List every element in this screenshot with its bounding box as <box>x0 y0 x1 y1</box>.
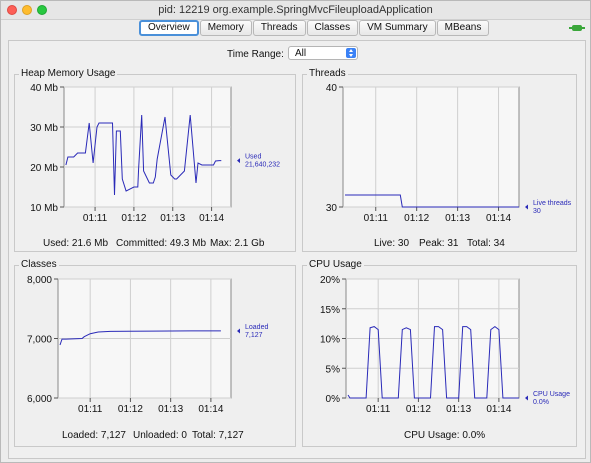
y-tick-label: 10 Mb <box>30 203 58 214</box>
y-tick-label: 10% <box>320 335 340 346</box>
series-value-label: 7,127 <box>245 332 263 339</box>
cpu-panel-title: CPU Usage <box>307 259 364 270</box>
current-value-marker <box>525 204 528 210</box>
x-tick-label: 01:12 <box>404 213 429 224</box>
series-name-label: Used <box>245 154 261 161</box>
threads-chart: 403001:11 01:12 01:13 01:14Live threads30 <box>326 83 572 224</box>
x-tick-label: 01:14 <box>486 213 511 224</box>
y-tick-label: 0% <box>326 394 341 405</box>
x-tick-label: 01:13 <box>158 404 183 415</box>
title-bar: pid: 12219 org.example.SpringMvcFileuplo… <box>1 1 590 20</box>
x-tick-label: 01:11 <box>364 213 389 224</box>
x-tick-label: 01:13 <box>160 213 185 224</box>
series-name-label: Loaded <box>245 324 268 331</box>
threads-peak-stat: Peak: 31 <box>419 238 459 249</box>
y-tick-label: 8,000 <box>27 275 52 286</box>
plot-area <box>342 86 520 208</box>
x-tick-label: 01:11 <box>366 404 391 415</box>
y-tick-label: 30 Mb <box>30 123 58 134</box>
tab-threads[interactable]: Threads <box>252 20 306 36</box>
tab-bar: Overview Memory Threads Classes VM Summa… <box>139 20 490 36</box>
x-tick-label: 01:14 <box>486 404 511 415</box>
x-tick-label: 01:13 <box>445 213 470 224</box>
cpu-chart: 20% 15% 10% 5% 0% 01:11 01:12 01:13 01:14 CPU Usa… <box>320 275 570 415</box>
x-tick-label: 01:12 <box>406 404 431 415</box>
time-range-label: Time Range: <box>227 49 284 60</box>
current-value-marker <box>237 158 240 164</box>
x-tick-label: 01:14 <box>199 213 224 224</box>
heap-panel-title: Heap Memory Usage <box>19 68 118 79</box>
window-title: pid: 12219 org.example.SpringMvcFileuplo… <box>158 4 433 16</box>
y-tick-label: 40 Mb <box>30 83 58 94</box>
current-value-marker <box>525 395 528 401</box>
y-tick-label: 5% <box>326 364 341 375</box>
classes-chart: 8,000 7,000 6,000 01:11 01:12 01:13 01:14 Loade… <box>27 275 268 415</box>
connection-plug-icon <box>569 25 585 31</box>
heap-committed-stat: Committed: 49.3 Mb <box>116 238 207 249</box>
threads-live-stat: Live: 30 <box>374 238 410 249</box>
y-tick-label: 30 <box>326 203 338 214</box>
series-name-label: CPU Usage <box>533 391 570 398</box>
x-tick-label: 01:14 <box>198 404 223 415</box>
current-value-marker <box>237 328 240 334</box>
time-range-value: All <box>295 48 307 59</box>
classes-unloaded-stat: Unloaded: 0 <box>133 430 187 441</box>
tab-classes[interactable]: Classes <box>306 20 359 36</box>
tab-mbeans[interactable]: MBeans <box>436 20 490 36</box>
tab-vm-summary[interactable]: VM Summary <box>359 20 436 36</box>
series-value-label: 0.0% <box>533 399 549 406</box>
x-tick-label: 01:11 <box>78 404 103 415</box>
time-range-select[interactable]: All <box>288 46 358 60</box>
heap-used-stat: Used: 21.6 Mb <box>43 238 109 249</box>
x-tick-label: 01:12 <box>121 213 146 224</box>
chevron-updown-icon <box>346 48 356 58</box>
series-value-label: 30 <box>533 208 541 215</box>
plot-area <box>63 86 232 208</box>
classes-panel-title: Classes <box>19 259 59 270</box>
series-name-label: Live threads <box>533 200 572 207</box>
threads-panel-title: Threads <box>307 68 348 79</box>
y-tick-label: 40 <box>326 83 338 94</box>
cpu-usage-stat: CPU Usage: 0.0% <box>404 430 486 441</box>
x-tick-label: 01:11 <box>83 213 108 224</box>
tab-memory[interactable]: Memory <box>199 20 252 36</box>
x-tick-label: 01:13 <box>446 404 471 415</box>
y-tick-label: 15% <box>320 305 340 316</box>
y-tick-label: 7,000 <box>27 335 52 346</box>
app-window: pid: 12219 org.example.SpringMvcFileuplo… <box>0 0 591 463</box>
y-tick-label: 20 Mb <box>30 163 58 174</box>
heap-chart: 40 Mb 30 Mb 20 Mb 10 Mb 01:11 01:12 01:13 01:14… <box>30 83 280 224</box>
classes-total-stat: Total: 7,127 <box>192 430 244 441</box>
heap-max-stat: Max: 2.1 Gb <box>210 238 265 249</box>
classes-loaded-stat: Loaded: 7,127 <box>62 430 126 441</box>
threads-total-stat: Total: 34 <box>467 238 505 249</box>
y-tick-label: 20% <box>320 275 340 286</box>
series-value-label: 21,640,232 <box>245 162 280 169</box>
tab-overview[interactable]: Overview <box>139 20 199 36</box>
y-tick-label: 6,000 <box>27 394 52 405</box>
x-tick-label: 01:12 <box>118 404 143 415</box>
